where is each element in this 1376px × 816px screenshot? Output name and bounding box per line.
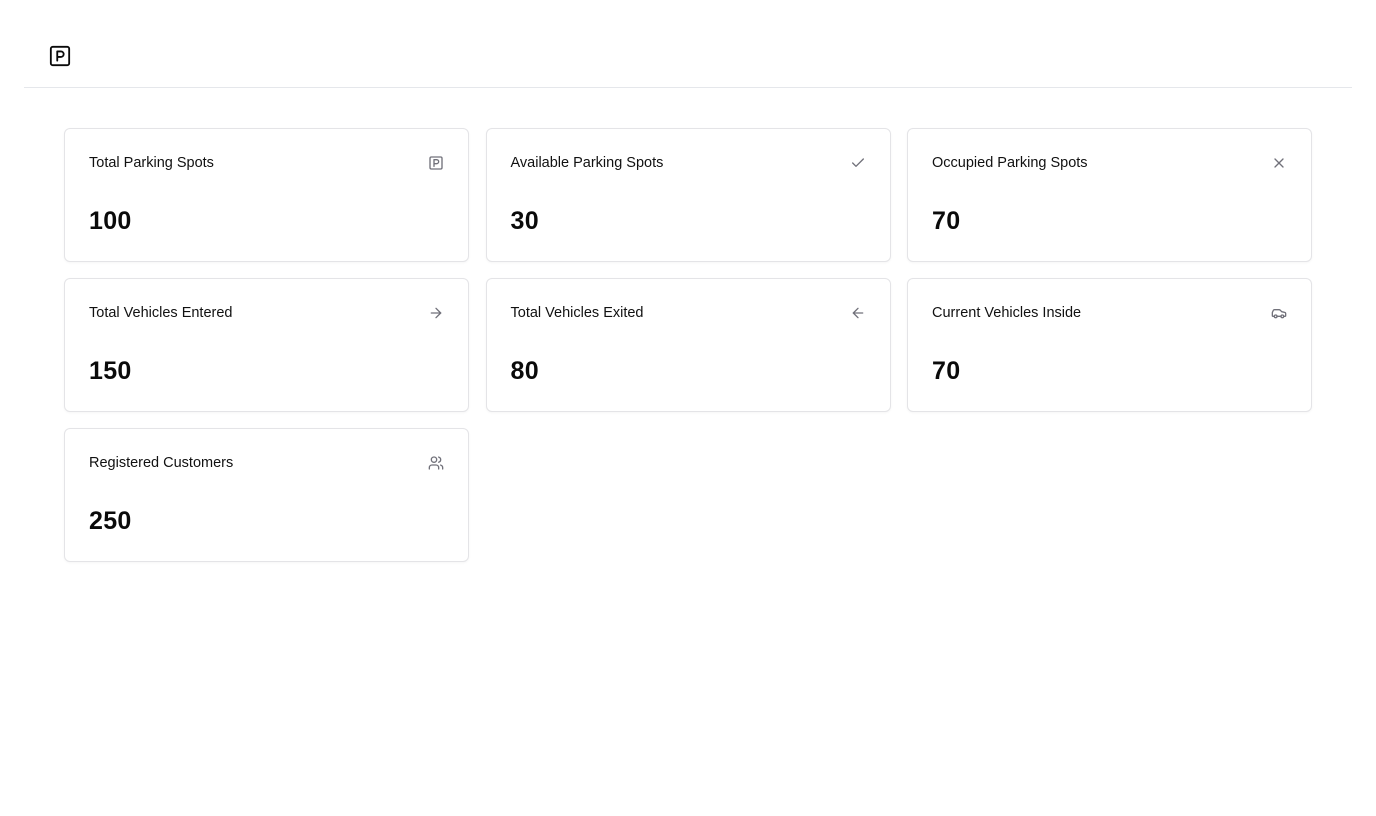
users-icon — [428, 456, 444, 470]
close-icon — [1274, 158, 1284, 168]
arrow-left-icon — [852, 307, 863, 319]
card-value: 70 — [932, 207, 961, 235]
car-icon — [1271, 309, 1287, 319]
card-title: Available Parking Spots — [510, 155, 664, 171]
app-header — [24, 0, 1352, 88]
card-title: Current Vehicles Inside — [932, 305, 1082, 321]
parking-square-icon — [429, 156, 443, 170]
stat-card-current-vehicles-inside: Current Vehicles Inside 70 — [907, 278, 1312, 412]
card-value: 100 — [89, 207, 132, 235]
card-value: 80 — [510, 357, 539, 385]
card-title: Total Vehicles Exited — [510, 305, 644, 321]
card-title: Occupied Parking Spots — [932, 155, 1088, 171]
stat-card-available-parking-spots: Available Parking Spots 30 — [485, 128, 891, 262]
card-value: 250 — [89, 507, 132, 535]
card-value: 70 — [932, 357, 961, 385]
card-value: 30 — [510, 207, 539, 235]
parking-square-icon[interactable] — [49, 45, 71, 67]
stat-card-total-vehicles-exited: Total Vehicles Exited 80 — [485, 278, 891, 412]
arrow-right-icon — [430, 307, 442, 319]
card-title: Total Vehicles Entered — [89, 305, 233, 321]
card-value: 150 — [89, 357, 132, 385]
check-icon — [851, 158, 864, 167]
stats-grid: Total Parking Spots 100 Available Parkin… — [64, 128, 1312, 562]
stat-card-total-parking-spots: Total Parking Spots 100 — [64, 128, 469, 262]
card-title: Registered Customers — [89, 455, 234, 471]
stat-card-registered-customers: Registered Customers 250 — [64, 428, 469, 562]
card-title: Total Parking Spots — [89, 155, 214, 171]
stat-card-total-vehicles-entered: Total Vehicles Entered 150 — [64, 278, 469, 412]
stat-card-occupied-parking-spots: Occupied Parking Spots 70 — [907, 128, 1312, 262]
